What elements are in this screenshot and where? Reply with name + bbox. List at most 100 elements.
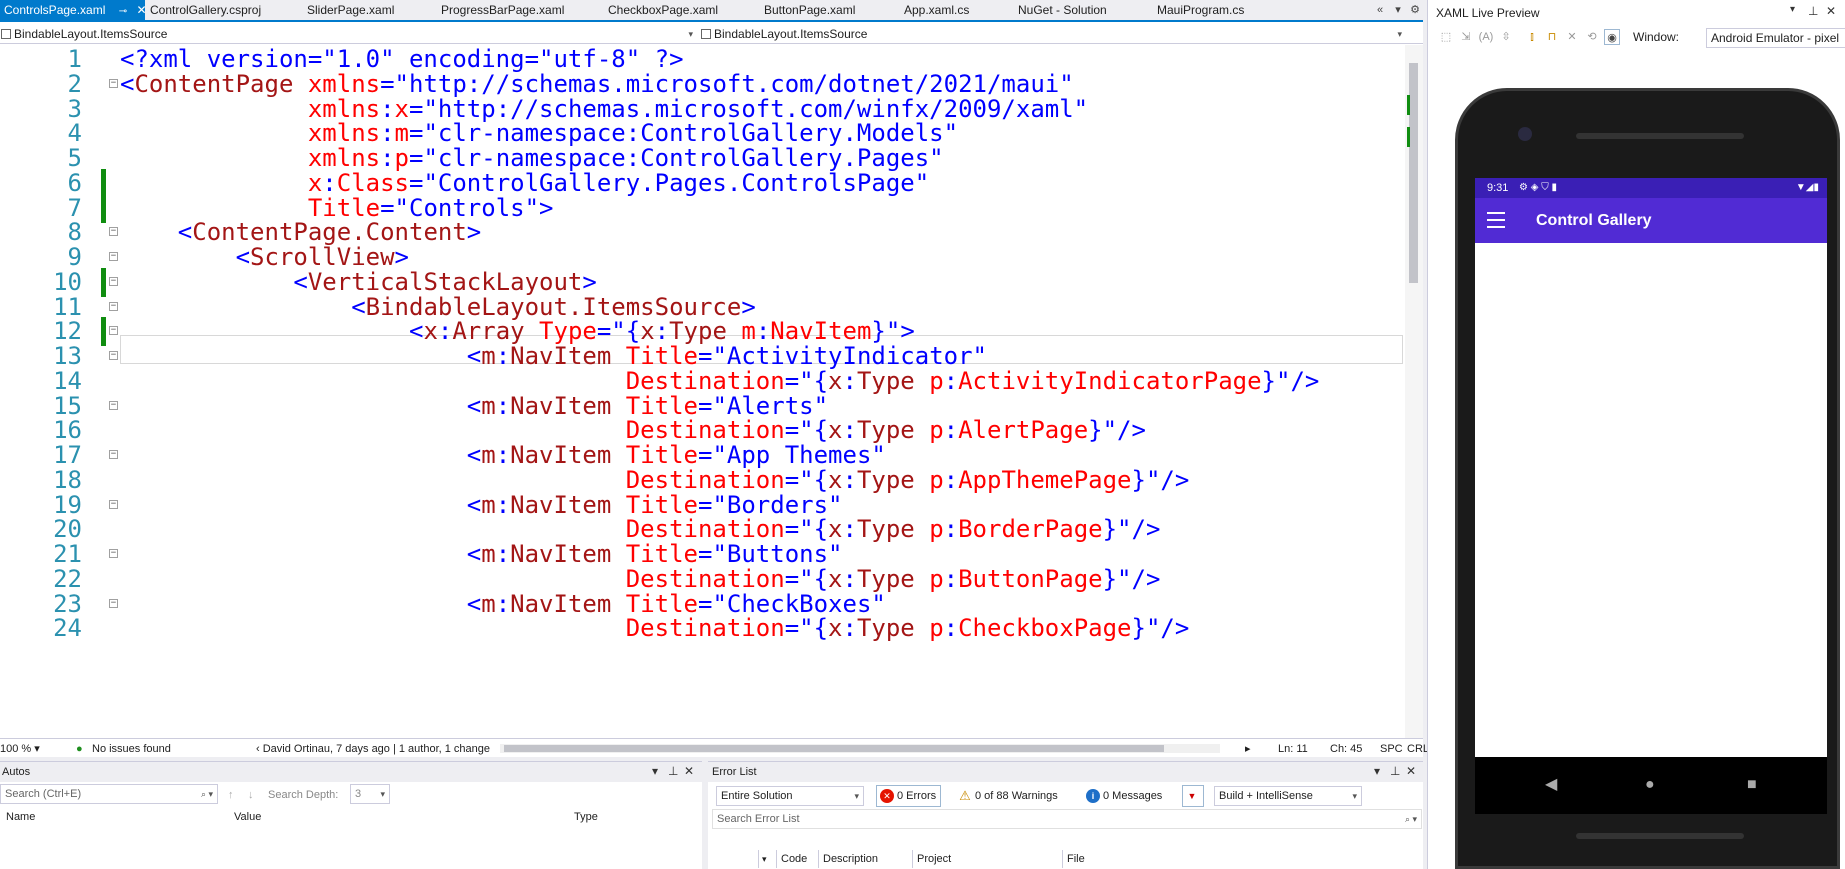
tab-sliderpage-xaml[interactable]: SliderPage.xaml (303, 0, 394, 20)
collapse-icon[interactable]: − (109, 351, 118, 360)
code-line[interactable]: 24 Destination="{x:Type p:CheckboxPage}"… (0, 614, 1405, 643)
ruler-icon[interactable]: ⫾ (1524, 29, 1540, 45)
tab-buttonpage-xaml[interactable]: ButtonPage.xaml (760, 0, 855, 20)
code-token: x (828, 614, 843, 643)
column-file[interactable]: File (1067, 850, 1085, 868)
member-dropdown-right[interactable]: BindableLayout.ItemsSource ▾ (700, 26, 1404, 42)
column-separator (912, 850, 913, 868)
build-filter-value: Build + IntelliSense (1219, 790, 1313, 802)
tab-progressbarpage-xaml[interactable]: ProgressBarPage.xaml (437, 0, 564, 20)
messages-filter-button[interactable]: i 0 Messages (1082, 785, 1167, 807)
column-code[interactable]: Code (781, 850, 807, 868)
tab-nuget-solution[interactable]: NuGet - Solution (1014, 0, 1107, 20)
search-icon[interactable]: ⌕ ▾ (201, 785, 213, 803)
scroll-right-icon[interactable]: ▸ (1245, 742, 1251, 756)
settings-gear-icon[interactable]: ⚙ (1407, 2, 1423, 18)
binding-icon[interactable]: (A) (1478, 29, 1494, 45)
blame-text: David Ortinau, 7 days ago | 1 author, 1 … (262, 743, 491, 755)
error-list-panel: Error List ▾ ⊥ ✕ Entire Solution ▾ ✕ 0 E… (708, 761, 1423, 869)
search-placeholder: Search Error List (717, 813, 800, 825)
tab-label: App.xaml.cs (904, 3, 970, 17)
tab-mauiprogram-cs[interactable]: MauiProgram.cs (1153, 0, 1244, 20)
tab-app-xaml-cs[interactable]: App.xaml.cs (900, 0, 969, 20)
collapse-icon[interactable]: − (109, 549, 118, 558)
nav-combo-label: BindableLayout.ItemsSource (714, 27, 868, 41)
preview-visibility-icon[interactable]: ◉ (1604, 29, 1620, 45)
code-editor[interactable]: 1 <?xml version="1.0" encoding="utf-8" ?>… (0, 45, 1405, 738)
sort-icon[interactable]: ▾ (762, 850, 767, 868)
editor-pane: ControlsPage.xaml ⊸ ✕ ControlGallery.csp… (0, 0, 1427, 757)
scroll-tabs-left-icon[interactable]: « (1372, 2, 1388, 18)
pin-icon[interactable]: ⊥ (1390, 764, 1400, 778)
tab-checkboxpage-xaml[interactable]: CheckboxPage.xaml (604, 0, 718, 20)
hamburger-menu-icon[interactable] (1487, 212, 1505, 228)
column-description[interactable]: Description (823, 850, 878, 868)
measure-icon[interactable]: ⊓ (1544, 29, 1560, 45)
scale-icon[interactable]: ⇳ (1498, 29, 1514, 45)
filter-icon[interactable]: ▼ (1182, 785, 1204, 807)
window-dropdown[interactable]: Android Emulator - pixel (1706, 28, 1845, 48)
chevron-down-icon: ▾ (1397, 29, 1402, 39)
pin-icon[interactable]: ⊥ (668, 764, 678, 778)
search-depth-combo[interactable]: 3 ▾ (350, 784, 390, 804)
rotate-icon[interactable]: ⟲ (1584, 29, 1600, 45)
tab-dropdown-icon[interactable]: ▾ (1390, 2, 1406, 18)
column-value[interactable]: Value (234, 808, 261, 826)
close-icon[interactable]: ✕ (1826, 4, 1836, 18)
tab-controlgallery-csproj[interactable]: ControlGallery.csproj (146, 0, 261, 20)
tab-label: ProgressBarPage.xaml (441, 3, 565, 17)
collapse-icon[interactable]: − (109, 326, 118, 336)
column-type[interactable]: Type (574, 808, 598, 826)
search-icon[interactable]: ⌕ ▾ (1405, 810, 1417, 828)
build-filter-dropdown[interactable]: Build + IntelliSense ▾ (1214, 786, 1362, 806)
dropdown-icon[interactable]: ▾ (652, 764, 658, 778)
autos-search-input[interactable]: Search (Ctrl+E) ⌕ ▾ (0, 784, 218, 804)
collapse-icon[interactable]: − (109, 499, 118, 509)
dropdown-icon[interactable]: ▾ (1790, 4, 1795, 15)
pin-icon[interactable]: ⊸ (119, 2, 127, 22)
change-marker (1407, 127, 1410, 147)
collapse-icon[interactable]: − (109, 450, 118, 459)
close-adorner-icon[interactable]: ✕ (1564, 29, 1580, 45)
home-icon[interactable]: ● (1645, 777, 1655, 793)
display-layout-icon[interactable]: ⇲ (1458, 29, 1474, 45)
column-project[interactable]: Project (917, 850, 951, 868)
column-name[interactable]: Name (6, 808, 35, 826)
collapse-icon[interactable]: − (109, 598, 118, 608)
scope-dropdown[interactable]: Entire Solution ▾ (716, 786, 864, 806)
line-ending-indicator[interactable]: CRLF (1407, 742, 1427, 756)
errors-filter-button[interactable]: ✕ 0 Errors (876, 785, 942, 807)
whitespace-indicator[interactable]: SPC (1380, 742, 1403, 756)
collapse-icon[interactable]: − (109, 252, 118, 261)
close-icon[interactable]: ✕ (1406, 764, 1416, 778)
issues-indicator[interactable]: No issues found (92, 742, 171, 756)
member-dropdown-left[interactable]: BindableLayout.ItemsSource ▾ (0, 26, 695, 42)
select-element-icon[interactable]: ⬚ (1438, 29, 1454, 45)
zoom-combo[interactable]: 100 % ▾ (0, 742, 52, 756)
scrollbar-thumb[interactable] (1409, 63, 1418, 283)
recents-icon[interactable]: ■ (1747, 777, 1757, 793)
collapse-icon[interactable]: − (109, 400, 118, 410)
tab-label: NuGet - Solution (1018, 3, 1107, 17)
preview-toolbar: ⬚ ⇲ (A) ⇳ ⫾ ⊓ ✕ ⟲ ◉ Window: Android Emul… (1428, 26, 1845, 48)
dropdown-icon[interactable]: ▾ (1374, 764, 1380, 778)
horizontal-scrollbar[interactable] (500, 744, 1220, 753)
warnings-filter-button[interactable]: ⚠ 0 of 88 Warnings (954, 785, 1063, 807)
tab-controlspage-xaml[interactable]: ControlsPage.xaml ⊸ ✕ (0, 0, 147, 22)
back-icon[interactable]: ◀ (1545, 777, 1557, 793)
scrollbar-thumb[interactable] (504, 745, 1164, 752)
blame-info[interactable]: ‹ David Ortinau, 7 days ago | 1 author, … (256, 742, 490, 756)
collapse-icon[interactable]: − (109, 301, 118, 311)
collapse-icon[interactable]: − (109, 78, 118, 88)
search-up-icon[interactable]: ↑ (228, 788, 234, 802)
search-placeholder: Search (Ctrl+E) (5, 788, 82, 800)
close-icon[interactable]: ✕ (684, 764, 694, 778)
pin-icon[interactable]: ⊥ (1808, 4, 1818, 18)
collapse-icon[interactable]: − (109, 276, 118, 286)
error-list-search-input[interactable]: Search Error List ⌕ ▾ (712, 809, 1422, 829)
collapse-icon[interactable]: − (109, 227, 118, 237)
search-down-icon[interactable]: ↓ (248, 788, 254, 802)
vertical-scrollbar[interactable] (1405, 45, 1423, 738)
column-separator (1062, 850, 1063, 868)
